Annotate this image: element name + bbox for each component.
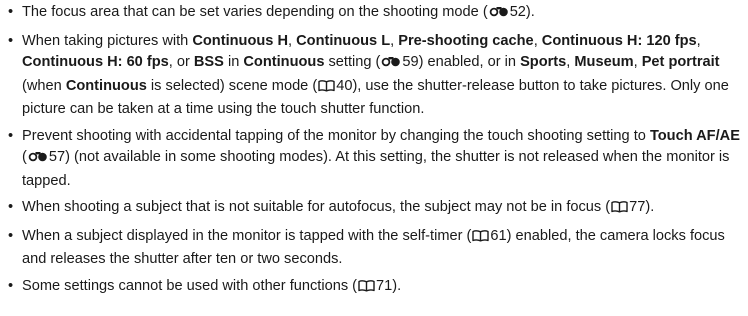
bullet-marker: • <box>8 32 14 49</box>
setting-name: Continuous <box>243 54 325 70</box>
bullet-item: • When a subject displayed in the monitor… <box>6 226 740 271</box>
book-reference-icon <box>358 278 375 300</box>
book-reference-icon <box>472 228 490 250</box>
setting-name: Continuous L <box>296 32 391 49</box>
body-text: The focus area that can be set varies de… <box>22 4 488 20</box>
manual-page: • The focus area that can be set varies d… <box>0 0 748 316</box>
body-text: , <box>288 32 297 49</box>
body-text: 77). <box>629 199 655 215</box>
bullet-marker: • <box>8 4 14 20</box>
setting-name: Continuous H: 60 fps <box>22 54 169 70</box>
body-text: , <box>696 32 701 49</box>
menu-reference-icon <box>28 149 48 171</box>
body-text: When a subject displayed in the monitor … <box>22 227 472 244</box>
body-text: 71). <box>376 277 402 294</box>
setting-name: Museum <box>574 54 634 70</box>
body-text: When taking pictures with <box>22 32 193 49</box>
notes-bullet-list: • The focus area that can be set varies d… <box>6 2 740 299</box>
body-text: Some settings cannot be used with other … <box>22 277 358 294</box>
body-text: is selected) scene mode ( <box>146 77 318 94</box>
bullet-marker: • <box>8 227 14 244</box>
setting-name: Touch AF/AE <box>649 127 740 144</box>
setting-name: Sports <box>520 54 567 70</box>
setting-name: Pet portrait <box>641 54 720 70</box>
body-text: , <box>633 54 642 70</box>
body-text: 52). <box>509 4 535 20</box>
book-reference-icon <box>318 78 335 100</box>
bullet-marker: • <box>8 199 14 215</box>
setting-name: BSS <box>193 54 224 70</box>
body-text: , or <box>168 54 194 70</box>
body-text: , <box>533 32 542 49</box>
menu-reference-icon <box>381 54 401 76</box>
body-text: (when <box>22 77 66 94</box>
setting-name: Continuous H <box>192 32 288 49</box>
bullet-marker: • <box>8 127 14 144</box>
bullet-marker: • <box>8 277 14 294</box>
body-text: 59) enabled, or in <box>402 54 521 70</box>
bullet-item: • Some settings cannot be used with other… <box>6 276 740 300</box>
bullet-item: • When taking pictures with Continuous H,… <box>6 31 740 121</box>
setting-name: Continuous <box>65 77 147 94</box>
body-text: in <box>223 54 244 70</box>
bullet-item: • When shooting a subject that is not sui… <box>6 197 740 221</box>
bullet-item: • The focus area that can be set varies d… <box>6 2 740 26</box>
setting-name: Pre-shooting cache <box>398 32 534 49</box>
book-reference-icon <box>611 199 628 221</box>
body-text: Prevent shooting with accidental tapping… <box>22 127 650 144</box>
bullet-item: • Prevent shooting with accidental tappin… <box>6 126 740 193</box>
body-text: setting ( <box>324 54 381 70</box>
body-text: When shooting a subject that is not suit… <box>22 199 611 215</box>
body-text: 57) (not available in some shooting mode… <box>22 149 730 189</box>
body-text: ( <box>22 149 27 165</box>
menu-reference-icon <box>489 4 509 26</box>
setting-name: Continuous H: 120 fps <box>541 32 697 49</box>
